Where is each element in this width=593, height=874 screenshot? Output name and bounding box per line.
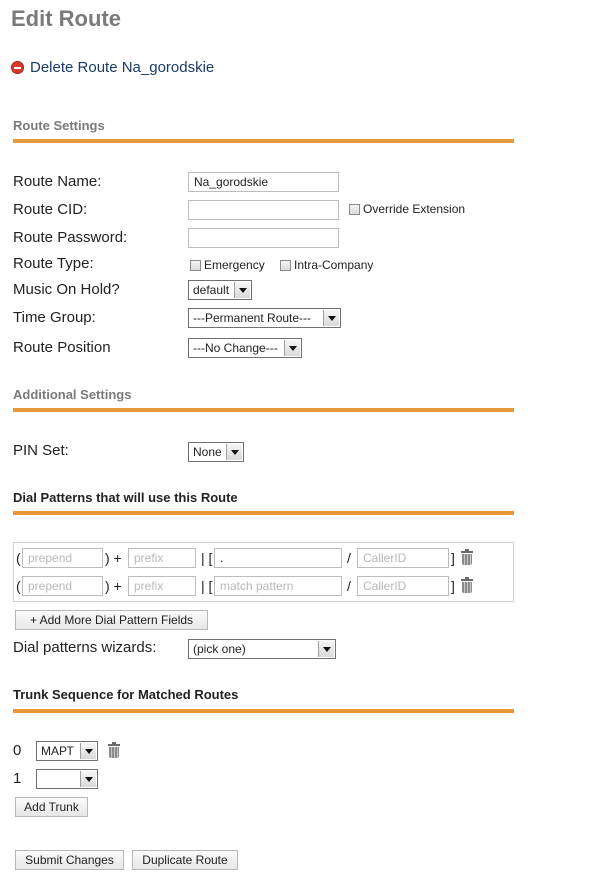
emergency-label: Emergency [204,258,265,272]
close-paren-plus: ) + [105,578,122,594]
route-password-label: Route Password: [13,229,128,246]
add-more-dial-pattern-button[interactable]: + Add More Dial Pattern Fields [15,610,208,630]
page-title: Edit Route [11,6,121,31]
music-on-hold-label: Music On Hold? [13,281,120,298]
route-name-label: Route Name: [13,173,102,190]
intra-company-label: Intra-Company [294,258,374,272]
slash: / [347,550,351,566]
trash-icon[interactable] [460,549,474,566]
delete-icon[interactable] [11,60,24,74]
dial-patterns-wizards-value: (pick one) [193,642,246,656]
trunk-index: 1 [13,770,22,787]
slash: / [347,578,351,594]
match-pattern-input[interactable] [214,548,342,568]
callerid-input[interactable] [357,548,449,568]
pin-set-label: PIN Set: [13,442,69,459]
bar-bracket: | [ [201,578,213,594]
override-extension-checkbox[interactable]: Override Extension [349,202,465,216]
delete-route-row[interactable]: Delete Route Na_gorodskie [11,57,214,77]
override-extension-label: Override Extension [363,202,466,216]
section-title-dial-patterns: Dial Patterns that will use this Route [13,490,238,505]
open-paren: ( [16,550,21,566]
pin-set-value: None [193,445,222,459]
duplicate-route-button[interactable]: Duplicate Route [132,850,238,870]
dropdown-arrow-icon[interactable] [234,282,250,298]
submit-changes-button[interactable]: Submit Changes [15,850,124,870]
dial-patterns-wizards-label: Dial patterns wizards: [13,639,157,656]
trunk-index: 0 [13,742,22,759]
trunk-value: МАРТ [41,744,74,758]
prefix-input[interactable] [128,548,196,568]
open-paren: ( [16,578,21,594]
route-position-select[interactable]: ---No Change--- [188,338,302,358]
checkbox-box[interactable] [190,259,201,271]
dropdown-arrow-icon[interactable] [284,340,300,356]
time-group-select[interactable]: ---Permanent Route--- [188,308,341,328]
route-password-input[interactable] [188,228,339,248]
delete-route-link[interactable]: Delete Route Na_gorodskie [30,59,214,76]
checkbox-box[interactable] [280,259,291,271]
close-bracket: ] [451,550,455,566]
prefix-input[interactable] [128,576,196,596]
section-divider [13,408,514,412]
callerid-input[interactable] [357,576,449,596]
add-trunk-button[interactable]: Add Trunk [15,797,88,817]
intra-company-checkbox[interactable]: Intra-Company [280,258,373,272]
route-name-input[interactable] [188,172,339,192]
prepend-input[interactable] [22,576,103,596]
section-divider [13,139,514,143]
bar-bracket: | [ [201,550,213,566]
route-type-label: Route Type: [13,255,94,272]
section-title-trunk-sequence: Trunk Sequence for Matched Routes [13,687,239,702]
section-divider [13,709,514,713]
section-title-additional-settings: Additional Settings [13,387,132,402]
match-pattern-input[interactable] [214,576,342,596]
route-cid-label: Route CID: [13,201,88,218]
trash-icon[interactable] [460,577,474,594]
dial-patterns-wizards-select[interactable]: (pick one) [188,639,336,659]
close-paren-plus: ) + [105,550,122,566]
trash-icon[interactable] [107,742,121,759]
emergency-checkbox[interactable]: Emergency [190,258,265,272]
section-title-route-settings: Route Settings [13,118,105,133]
music-on-hold-select[interactable]: default [188,280,252,300]
dropdown-arrow-icon[interactable] [226,444,242,460]
pin-set-select[interactable]: None [188,442,244,462]
route-cid-input[interactable] [188,200,339,220]
trunk-select[interactable]: МАРТ [36,741,98,761]
route-position-label: Route Position [13,339,111,356]
music-on-hold-value: default [193,283,230,297]
route-position-value: ---No Change--- [193,341,278,355]
time-group-value: ---Permanent Route--- [193,311,312,325]
section-divider [13,511,514,515]
dropdown-arrow-icon[interactable] [323,310,339,326]
time-group-label: Time Group: [13,309,96,326]
close-bracket: ] [451,578,455,594]
dropdown-arrow-icon[interactable] [318,641,334,657]
dropdown-arrow-icon[interactable] [80,771,96,787]
checkbox-box[interactable] [349,203,360,215]
prepend-input[interactable] [22,548,103,568]
trunk-select[interactable] [36,769,98,789]
dropdown-arrow-icon[interactable] [80,743,96,759]
